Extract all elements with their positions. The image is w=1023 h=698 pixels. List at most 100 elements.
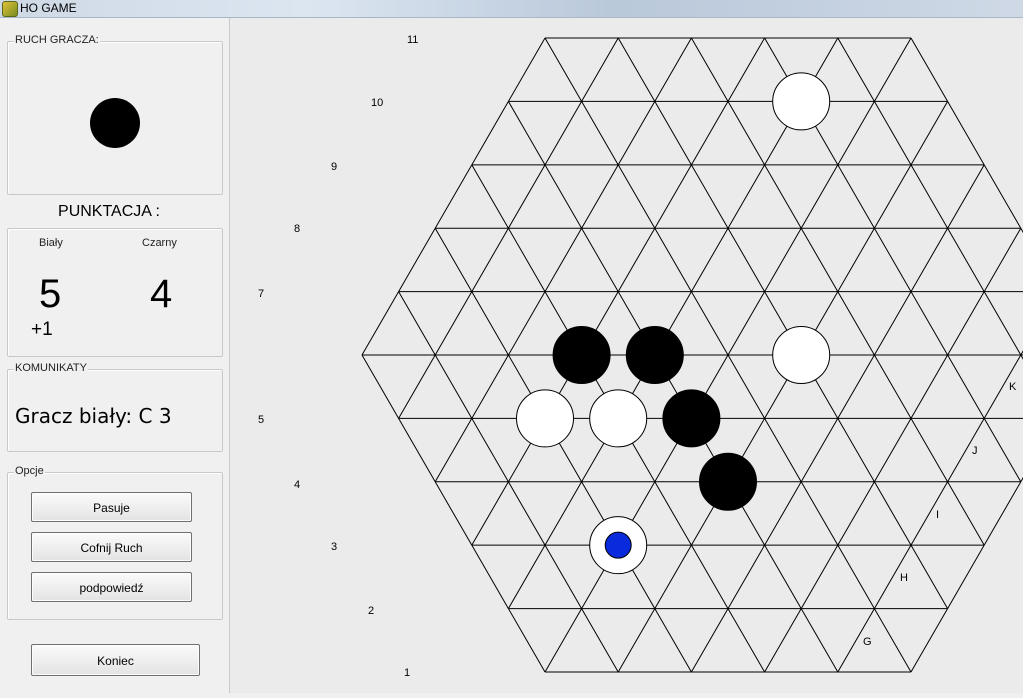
column-label: K [1009, 381, 1017, 393]
grid-line [690, 544, 729, 609]
grid-line [983, 418, 1022, 483]
undo-button[interactable]: Cofnij Ruch [31, 532, 192, 562]
grid-line [910, 544, 949, 609]
grid-line [873, 418, 912, 483]
white-stone [772, 72, 831, 131]
grid-line [471, 544, 509, 609]
grid-line [654, 544, 692, 609]
grid-line [617, 164, 656, 229]
app-icon [2, 1, 18, 17]
grid-line [361, 291, 400, 356]
grid-line [910, 481, 949, 546]
grid-line [361, 354, 400, 419]
grid-line [471, 291, 509, 356]
grid-line [398, 418, 436, 483]
grid-line [910, 291, 949, 356]
row-label: 3 [331, 541, 337, 553]
hint-button[interactable]: podpowiedź [31, 572, 192, 602]
grid-line [837, 37, 875, 102]
grid-line [690, 291, 729, 356]
grid-line [873, 164, 912, 229]
column-label: G [863, 636, 872, 648]
grid-line [471, 354, 509, 419]
grid-line [617, 101, 656, 166]
options-legend: Opcje [14, 465, 45, 477]
row-label: 7 [258, 288, 264, 300]
grid-line [873, 101, 912, 166]
grid-line [727, 37, 766, 102]
grid-line [764, 418, 802, 483]
column-label: H [900, 572, 908, 584]
grid-line [617, 608, 656, 673]
grid-line [837, 544, 875, 609]
last-move-marker [604, 531, 632, 559]
messages-legend: KOMUNIKATY [14, 362, 88, 374]
grid-line [690, 608, 729, 673]
grid-line [764, 227, 802, 292]
grid-line [764, 164, 802, 229]
current-player-stone [90, 98, 140, 148]
score-title: PUNKTACJA : [58, 203, 160, 220]
grid-line [690, 227, 729, 292]
grid-line [983, 481, 1022, 546]
black-stone [662, 389, 721, 448]
grid-line [910, 227, 949, 292]
grid-line [983, 164, 1022, 229]
grid-line [434, 227, 473, 292]
grid-line [837, 418, 875, 483]
grid-line [727, 227, 766, 292]
grid-line [983, 291, 1022, 356]
grid-line [727, 101, 766, 166]
grid-line [837, 227, 875, 292]
black-score: 4 [150, 272, 173, 316]
row-label: 5 [258, 414, 264, 426]
grid-line [507, 608, 546, 673]
grid-line [947, 354, 985, 419]
grid-line [581, 227, 619, 292]
grid-line [507, 37, 546, 102]
grid-line [544, 37, 583, 102]
grid-line [544, 544, 583, 609]
pass-button[interactable]: Pasuje [31, 492, 192, 522]
row-label: 8 [294, 223, 300, 235]
grid-line [471, 101, 509, 166]
grid-line [544, 164, 583, 229]
grid-line [947, 481, 985, 546]
grid-line [837, 481, 875, 546]
grid-line [800, 227, 839, 292]
grid-line [727, 291, 766, 356]
grid-line [910, 608, 949, 673]
column-label: J [972, 445, 978, 457]
grid-line [690, 101, 729, 166]
game-board[interactable]: 1 2 3 4 5 7 8 9 10 11 G H I J K [230, 18, 1023, 693]
grid-line [507, 481, 546, 546]
grid-line [507, 101, 546, 166]
grid-line [873, 354, 912, 419]
grid-line [471, 481, 509, 546]
grid-line [837, 164, 875, 229]
grid-line [507, 164, 546, 229]
grid-line [581, 101, 619, 166]
grid-line [581, 608, 619, 673]
grid-line [654, 164, 692, 229]
grid-line [983, 227, 1022, 292]
grid-line [947, 291, 985, 356]
grid-line [873, 481, 912, 546]
grid-line [544, 101, 583, 166]
grid-line [947, 164, 985, 229]
grid-line [398, 291, 436, 356]
grid-line [764, 481, 802, 546]
grid-line [434, 481, 473, 546]
grid-line [471, 227, 509, 292]
grid-line [800, 481, 839, 546]
grid-line [398, 354, 436, 419]
grid-line [617, 227, 656, 292]
end-button[interactable]: Koniec [31, 644, 200, 676]
grid-line [581, 164, 619, 229]
grid-line [434, 354, 473, 419]
grid-line [910, 418, 949, 483]
grid-line [617, 37, 656, 102]
row-label: 10 [371, 97, 383, 109]
black-stone [552, 326, 611, 384]
grid-line [800, 418, 839, 483]
